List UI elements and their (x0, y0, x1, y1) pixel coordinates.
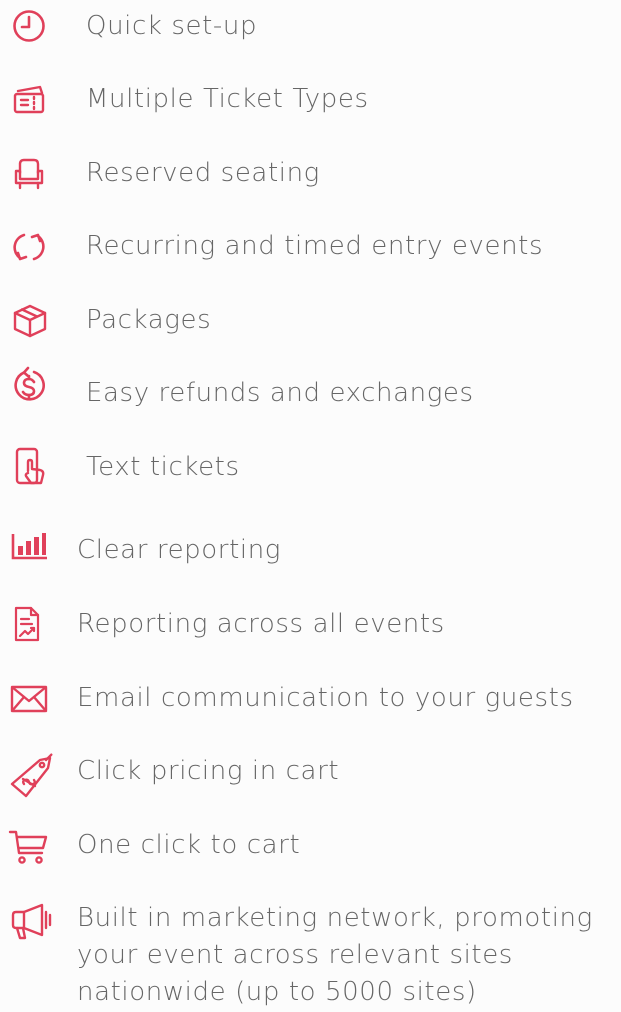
feature-label: Reporting across all events (77, 609, 445, 639)
feature-label: Built in marketing network, promoting yo… (77, 903, 593, 1007)
megaphone-icon (10, 902, 52, 940)
refund-dollar-icon (12, 366, 46, 406)
report-document-icon (13, 606, 41, 642)
feature-list: Quick set-up Multiple Ticket Types Reser… (0, 0, 621, 1012)
price-tag-icon (10, 752, 56, 802)
recurring-arrows-icon (12, 230, 46, 264)
tickets-icon (12, 85, 46, 115)
feature-label: Easy refunds and exchanges (86, 378, 474, 408)
bar-chart-icon (11, 532, 49, 560)
phone-tap-icon (14, 447, 48, 487)
clock-icon (12, 9, 46, 43)
feature-label: Email communication to your guests (77, 683, 574, 713)
feature-label: Click pricing in cart (77, 756, 340, 786)
feature-label: Recurring and timed entry events (86, 231, 544, 261)
feature-label: Multiple Ticket Types (86, 84, 369, 114)
cart-icon (8, 829, 49, 865)
feature-label: Reserved seating (86, 158, 320, 188)
feature-label: Clear reporting (77, 535, 281, 565)
seat-icon (12, 157, 46, 191)
feature-label: One click to cart (77, 830, 301, 860)
envelope-icon (10, 685, 48, 713)
package-box-icon (12, 303, 48, 339)
feature-label: Text tickets (86, 452, 240, 482)
feature-label: Packages (86, 305, 212, 335)
feature-label: Quick set-up (86, 11, 258, 41)
